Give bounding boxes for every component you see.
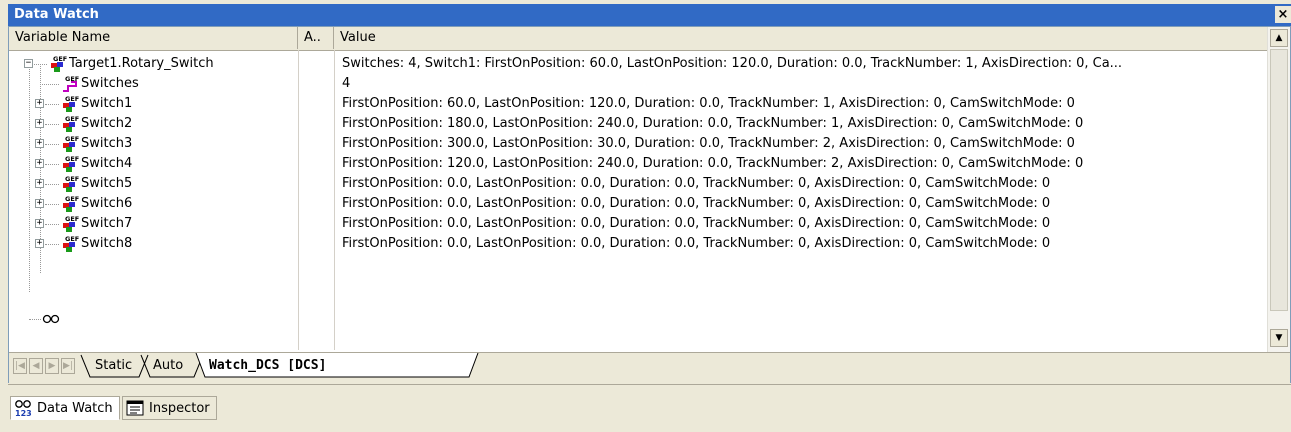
tree-line bbox=[45, 124, 59, 126]
svg-text:123: 123 bbox=[15, 409, 32, 417]
column-header-address[interactable]: A.. bbox=[298, 27, 334, 49]
data-watch-icon: 123 bbox=[15, 400, 32, 417]
tree-line bbox=[45, 164, 59, 166]
expand-icon[interactable]: + bbox=[35, 119, 44, 128]
variable-name: Target1.Rotary_Switch bbox=[69, 56, 214, 71]
svg-text:GEF: GEF bbox=[65, 135, 79, 143]
tab-inspector[interactable]: Inspector bbox=[122, 396, 217, 420]
tab-data-watch-label: Data Watch bbox=[37, 401, 113, 416]
column-header-variable-name[interactable]: Variable Name bbox=[9, 27, 298, 49]
table-row[interactable]: + GEF Switch4 FirstOnPosition: 120.0, LastO… bbox=[9, 154, 1269, 174]
scroll-thumb[interactable] bbox=[1270, 49, 1288, 311]
variable-value: FirstOnPosition: 180.0, LastOnPosition: … bbox=[342, 116, 1084, 131]
svg-text:GEF: GEF bbox=[65, 215, 79, 223]
tree-line bbox=[45, 104, 59, 106]
svg-text:GEF: GEF bbox=[65, 195, 79, 203]
variable-name: Switches bbox=[81, 76, 139, 91]
table-row[interactable]: + GEF Switch3 FirstOnPosition: 300.0, LastO… bbox=[9, 134, 1269, 154]
table-row[interactable]: + GEF Switch6 FirstOnPosition: 0.0, LastOnP… bbox=[9, 194, 1269, 214]
structure-icon: GEF bbox=[63, 195, 79, 212]
table-row[interactable]: − GEF Target1.Rotary_Switch Switches: 4, Sw… bbox=[9, 54, 1269, 74]
column-header: Variable Name A.. Value bbox=[9, 27, 1269, 51]
variable-value: Switches: 4, Switch1: FirstOnPosition: 6… bbox=[342, 56, 1123, 71]
sheet-tab-watch-dcs[interactable]: Watch_DCS [DCS] bbox=[209, 355, 326, 377]
variable-value: FirstOnPosition: 60.0, LastOnPosition: 1… bbox=[342, 96, 1075, 111]
table-row[interactable]: + GEF Switch8 FirstOnPosition: 0.0, LastOnP… bbox=[9, 234, 1269, 254]
variable-value: 4 bbox=[342, 76, 351, 91]
table-row[interactable]: GEF Switches 4 bbox=[9, 74, 1269, 94]
variable-name: Switch3 bbox=[81, 136, 133, 151]
table-row[interactable]: + GEF Switch2 FirstOnPosition: 180.0, LastO… bbox=[9, 114, 1269, 134]
vertical-scrollbar[interactable]: ▲ ▼ bbox=[1267, 27, 1290, 352]
tab-data-watch[interactable]: 123 Data Watch bbox=[10, 396, 120, 420]
variable-name: Switch1 bbox=[81, 96, 133, 111]
structure-icon: GEF bbox=[63, 215, 79, 232]
expand-icon[interactable]: + bbox=[35, 219, 44, 228]
variable-name: Switch5 bbox=[81, 176, 133, 191]
expand-icon[interactable]: + bbox=[35, 159, 44, 168]
previous-sheet-button[interactable]: ◀ bbox=[29, 358, 43, 374]
variable-value: FirstOnPosition: 0.0, LastOnPosition: 0.… bbox=[342, 236, 1051, 251]
tree-line bbox=[45, 144, 59, 146]
expand-icon[interactable]: + bbox=[35, 99, 44, 108]
expand-icon[interactable]: + bbox=[35, 139, 44, 148]
structure-icon: GEF bbox=[63, 95, 79, 112]
watch-glasses-icon[interactable] bbox=[42, 314, 60, 324]
structure-icon: GEF bbox=[63, 135, 79, 152]
structure-icon: GEF bbox=[63, 175, 79, 192]
variable-value: FirstOnPosition: 0.0, LastOnPosition: 0.… bbox=[342, 176, 1051, 191]
table-row[interactable]: + GEF Switch5 FirstOnPosition: 0.0, LastOnP… bbox=[9, 174, 1269, 194]
variable-name: Switch6 bbox=[81, 196, 133, 211]
close-icon[interactable]: × bbox=[1275, 6, 1291, 23]
structure-icon: GEF bbox=[63, 235, 79, 252]
last-sheet-button[interactable]: ▶| bbox=[61, 358, 75, 374]
expand-icon[interactable]: + bbox=[35, 179, 44, 188]
variable-value: FirstOnPosition: 0.0, LastOnPosition: 0.… bbox=[342, 196, 1051, 211]
tree-line bbox=[45, 184, 59, 186]
variable-name: Switch2 bbox=[81, 116, 133, 131]
next-sheet-button[interactable]: ▶ bbox=[45, 358, 59, 374]
window-title-bar: Data Watch × bbox=[8, 4, 1291, 26]
tree-line bbox=[34, 64, 47, 66]
table-row[interactable]: + GEF Switch1 FirstOnPosition: 60.0, LastOn… bbox=[9, 94, 1269, 114]
watch-grid: Variable Name A.. Value − GEF Target1.Rota… bbox=[8, 26, 1291, 383]
expand-icon[interactable]: + bbox=[35, 199, 44, 208]
tab-inspector-label: Inspector bbox=[149, 401, 210, 416]
svg-text:GEF: GEF bbox=[65, 175, 79, 183]
variable-name: Switch8 bbox=[81, 236, 133, 251]
tree-line bbox=[45, 224, 59, 226]
variable-icon: GEF bbox=[63, 75, 79, 92]
structure-icon: GEF bbox=[63, 115, 79, 132]
first-sheet-button[interactable]: |◀ bbox=[13, 358, 27, 374]
variable-value: FirstOnPosition: 300.0, LastOnPosition: … bbox=[342, 136, 1075, 151]
scroll-up-button[interactable]: ▲ bbox=[1270, 29, 1288, 47]
svg-text:GEF: GEF bbox=[65, 155, 79, 163]
svg-text:GEF: GEF bbox=[65, 95, 79, 103]
tree-line bbox=[40, 84, 59, 86]
expand-icon[interactable]: + bbox=[35, 239, 44, 248]
tree-line bbox=[45, 204, 59, 206]
variable-name: Switch4 bbox=[81, 156, 133, 171]
tree-line bbox=[45, 244, 59, 246]
sheet-tab-strip: |◀ ◀ ▶ ▶| Static Auto Watch_DCS [DCS] bbox=[9, 352, 1290, 383]
svg-text:GEF: GEF bbox=[65, 115, 79, 123]
svg-text:GEF: GEF bbox=[53, 55, 67, 63]
column-header-value[interactable]: Value bbox=[334, 27, 1269, 49]
sheet-tab-static[interactable]: Static bbox=[95, 355, 132, 377]
bottom-panel-tabs: 123 Data Watch Inspector bbox=[8, 384, 1291, 432]
inspector-icon bbox=[126, 400, 144, 416]
structure-icon: GEF bbox=[51, 55, 67, 72]
variable-name: Switch7 bbox=[81, 216, 133, 231]
svg-text:GEF: GEF bbox=[65, 235, 79, 243]
collapse-icon[interactable]: − bbox=[24, 59, 33, 68]
scroll-down-button[interactable]: ▼ bbox=[1270, 329, 1288, 347]
window-title: Data Watch bbox=[14, 7, 99, 22]
variable-value: FirstOnPosition: 0.0, LastOnPosition: 0.… bbox=[342, 216, 1051, 231]
structure-icon: GEF bbox=[63, 155, 79, 172]
table-row[interactable]: + GEF Switch7 FirstOnPosition: 0.0, LastOnP… bbox=[9, 214, 1269, 234]
sheet-tab-auto[interactable]: Auto bbox=[153, 355, 183, 377]
variable-value: FirstOnPosition: 120.0, LastOnPosition: … bbox=[342, 156, 1084, 171]
tree-line bbox=[29, 319, 41, 321]
